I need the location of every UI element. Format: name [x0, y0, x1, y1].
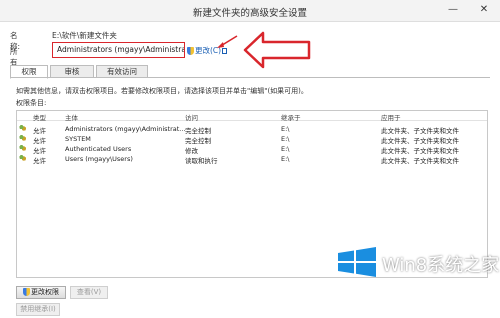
user-icon — [19, 155, 31, 163]
view-button[interactable]: 查看(V) — [70, 286, 108, 299]
row-access: 读取和执行 — [185, 157, 218, 165]
row-applies: 此文件夹、子文件夹和文件 — [381, 137, 459, 145]
row-inherited: E:\ — [281, 135, 290, 143]
row-principal: Administrators (mgayy\Administrat... — [65, 125, 185, 133]
header-type[interactable]: 类型 — [33, 112, 63, 122]
row-inherited: E:\ — [281, 125, 290, 133]
row-type: 允许 — [33, 127, 46, 135]
row-access: 完全控制 — [185, 137, 211, 145]
table-header: 类型 主体 访问 继承于 应用于 — [17, 111, 489, 122]
info-text: 如需其他信息，请双击权限项目。若要修改权限项目，请选择该项目并单击"编辑"(如果… — [16, 87, 308, 95]
watermark: Win8系统之家 — [336, 247, 500, 277]
table-row[interactable]: 允许 Administrators (mgayy\Administrat... … — [17, 125, 487, 135]
change-permissions-label: 更改权限 — [31, 288, 59, 296]
table-row[interactable]: 允许 Authenticated Users 修改 E:\ 此文件夹、子文件夹和… — [17, 145, 487, 155]
row-applies: 此文件夹、子文件夹和文件 — [381, 147, 459, 155]
table-row[interactable]: 允许 SYSTEM 完全控制 E:\ 此文件夹、子文件夹和文件 — [17, 135, 487, 145]
user-icon — [19, 135, 31, 143]
minimize-button[interactable]: — — [442, 2, 464, 18]
row-applies: 此文件夹、子文件夹和文件 — [381, 127, 459, 135]
shield-icon — [23, 288, 30, 296]
row-type: 允许 — [33, 147, 46, 155]
row-principal: SYSTEM — [65, 135, 91, 143]
header-access[interactable]: 访问 — [185, 112, 280, 122]
header-principal[interactable]: 主体 — [65, 112, 185, 122]
windows-logo-icon — [338, 247, 376, 277]
row-principal: Users (mgayy\Users) — [65, 155, 133, 163]
header-inherited[interactable]: 继承于 — [281, 112, 381, 122]
shield-icon — [187, 47, 194, 55]
row-type: 允许 — [33, 137, 46, 145]
user-icon — [19, 145, 31, 153]
annotation-arrow — [217, 31, 311, 69]
row-applies: 此文件夹、子文件夹和文件 — [381, 157, 459, 165]
table-row[interactable]: 允许 Users (mgayy\Users) 读取和执行 E:\ 此文件夹、子文… — [17, 155, 487, 165]
row-type: 允许 — [33, 157, 46, 165]
row-access: 完全控制 — [185, 127, 211, 135]
row-inherited: E:\ — [281, 155, 290, 163]
row-principal: Authenticated Users — [65, 145, 132, 153]
row-access: 修改 — [185, 147, 198, 155]
change-permissions-button[interactable]: 更改权限 — [16, 286, 66, 299]
permission-entries-label: 权限条目: — [16, 99, 47, 107]
window-title: 新建文件夹的高级安全设置 — [192, 8, 307, 19]
title-bar: 新建文件夹的高级安全设置 — ✕ — [0, 0, 500, 22]
row-inherited: E:\ — [281, 145, 290, 153]
close-button[interactable]: ✕ — [472, 2, 496, 18]
owner-value: Administrators (mgayy\Administrators) — [52, 42, 185, 58]
watermark-text: Win8系统之家 — [382, 255, 500, 276]
name-value: E:\软件\新建文件夹 — [52, 31, 117, 40]
disable-inheritance-button[interactable]: 禁用继承(I) — [16, 303, 60, 316]
header-applies[interactable]: 应用于 — [381, 112, 489, 122]
user-icon — [19, 125, 31, 133]
